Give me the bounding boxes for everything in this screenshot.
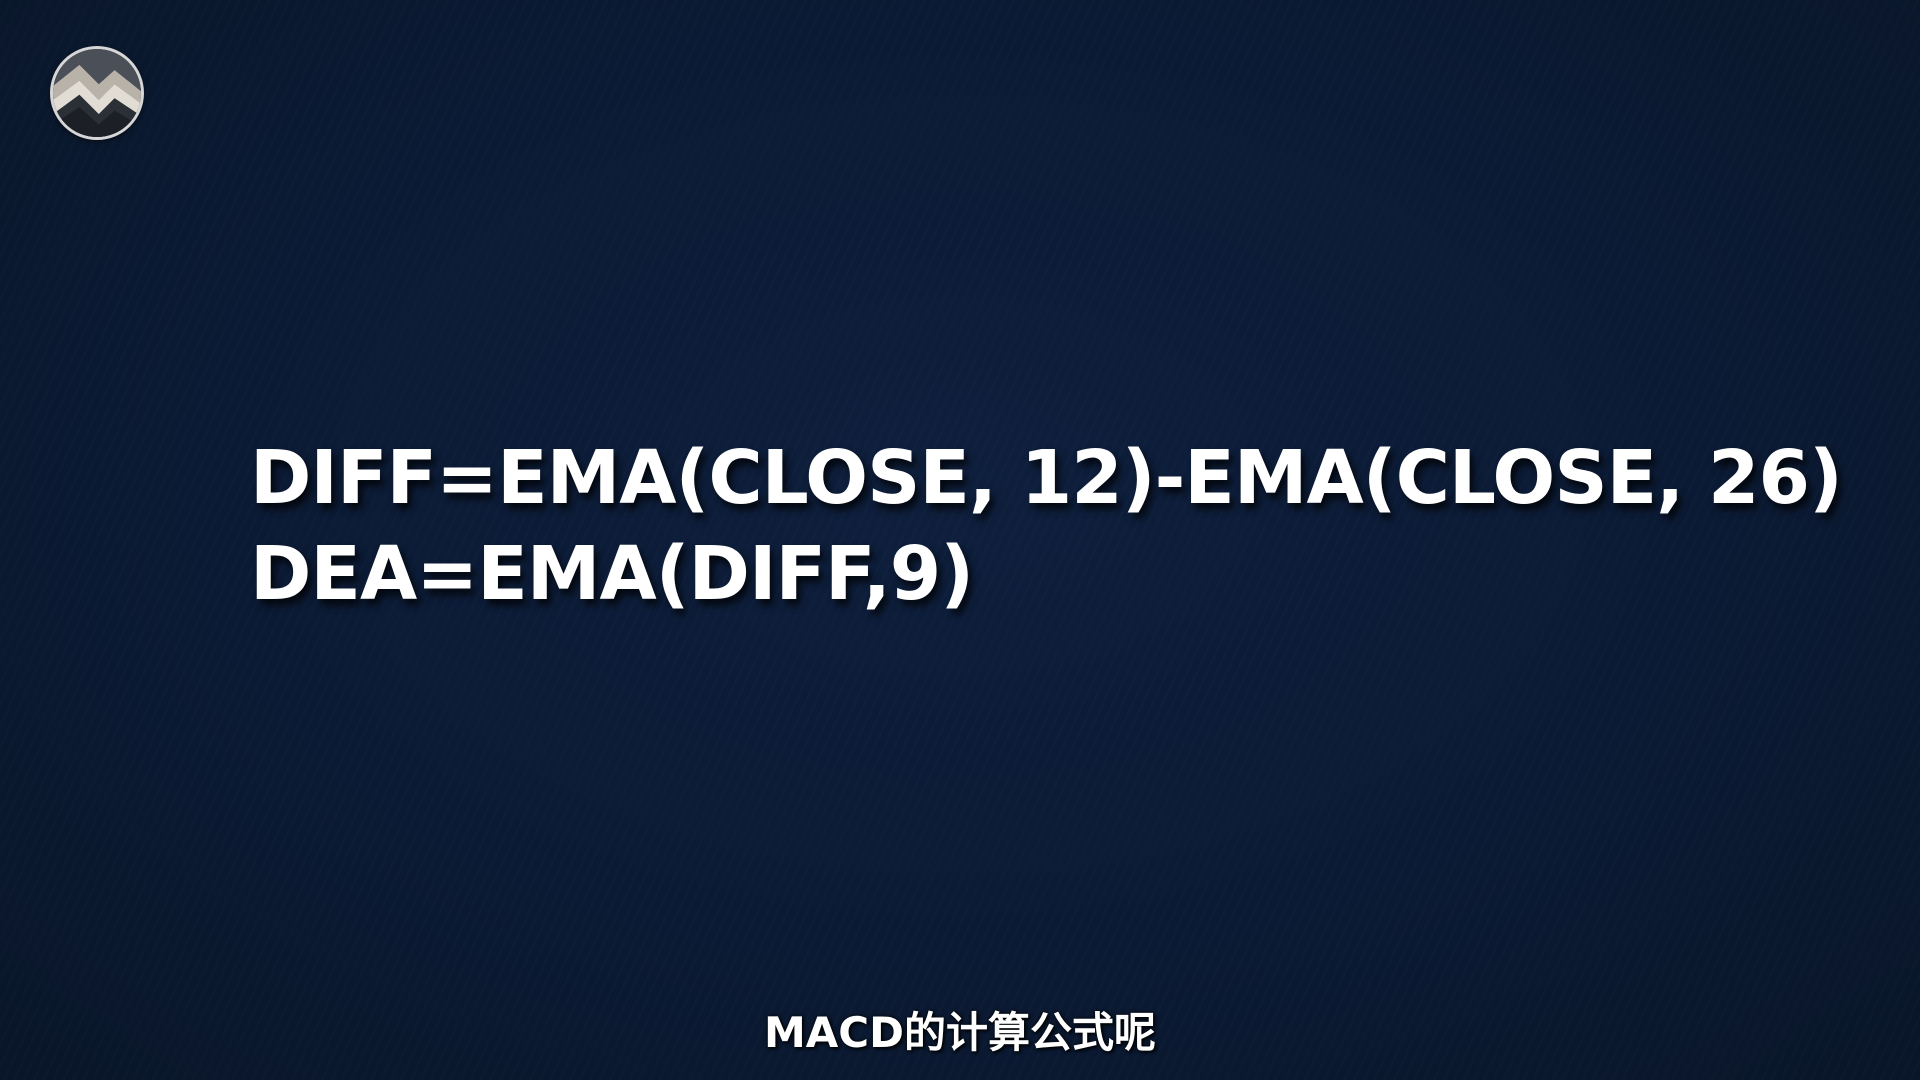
diff-formula: DIFF=EMA(CLOSE, 12)-EMA(CLOSE, 26): [250, 435, 1843, 521]
mountain-logo-icon: [53, 49, 141, 137]
dea-formula: DEA=EMA(DIFF,9): [250, 531, 974, 617]
subtitle-caption: MACD的计算公式呢: [764, 1008, 1156, 1057]
channel-logo: [50, 46, 144, 140]
formula-block: DIFF=EMA(CLOSE, 12)-EMA(CLOSE, 26) DEA=E…: [250, 430, 1843, 622]
